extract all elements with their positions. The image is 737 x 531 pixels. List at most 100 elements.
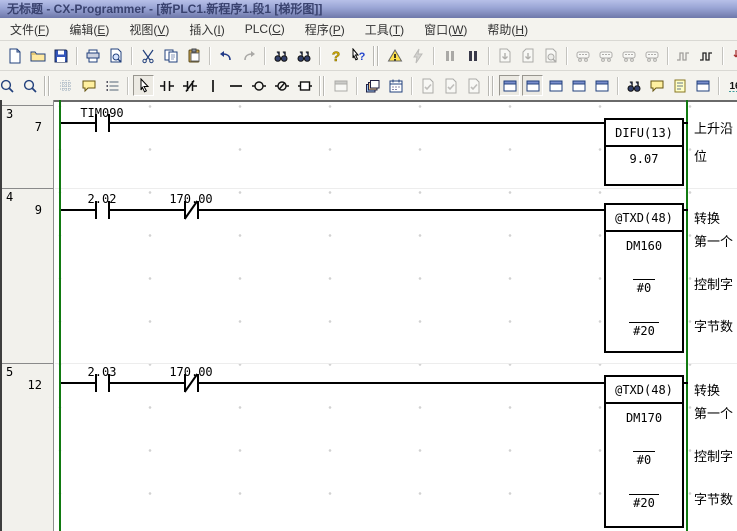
help-icon[interactable]: [325, 45, 346, 66]
menu-item-T[interactable]: 工具(T): [355, 21, 414, 38]
mode-run-icon[interactable]: [641, 45, 662, 66]
ladder-canvas[interactable]: TIM090 DIFU(13) 9.07 上升沿 位 2.02 170.00 @…: [55, 100, 737, 531]
upload-from-plc-icon[interactable]: [517, 45, 538, 66]
new-closed-contact-icon[interactable]: [179, 75, 200, 96]
view-watch-icon[interactable]: [568, 75, 589, 96]
view-diagram-icon[interactable]: [522, 75, 543, 96]
show-grid-icon[interactable]: [55, 75, 76, 96]
new-coil-icon[interactable]: [248, 75, 269, 96]
operand-comment: 第一个: [694, 234, 733, 250]
show-comments-icon[interactable]: [78, 75, 99, 96]
open-file-icon[interactable]: [27, 45, 48, 66]
toolbar-separator: [260, 45, 269, 67]
toolbar-separator: [562, 45, 571, 67]
operand-comment: 字节数: [694, 319, 733, 335]
watch-window-icon[interactable]: [646, 75, 667, 96]
contact-operand-label[interactable]: TIM090: [62, 106, 142, 120]
right-bus-bar: [686, 100, 688, 531]
contact-operand-label[interactable]: 2.03: [62, 365, 142, 379]
print-icon[interactable]: [82, 45, 103, 66]
view-mnemonics-icon[interactable]: [545, 75, 566, 96]
work-online-icon[interactable]: [384, 45, 405, 66]
toolbar-separator: [123, 75, 132, 97]
compare-with-plc-icon[interactable]: [540, 45, 561, 66]
toggle-monitoring-icon[interactable]: [439, 45, 460, 66]
find-icon[interactable]: [270, 45, 291, 66]
differential-monitor-icon[interactable]: [696, 45, 717, 66]
new-closed-coil-icon[interactable]: [271, 75, 292, 96]
task-calendar-icon[interactable]: [385, 75, 406, 96]
toolbar-separator: [407, 75, 416, 97]
menu-item-P[interactable]: 程序(P): [295, 21, 355, 38]
show-rung-annotations-icon[interactable]: [101, 75, 122, 96]
menu-bar: 文件(F)编辑(E)视图(V)插入(I)PLC(C)程序(P)工具(T)窗口(W…: [0, 18, 737, 41]
instruction-mnemonic: @TXD(48): [606, 377, 682, 404]
rung-number: 4: [6, 190, 13, 204]
cross-reference-icon[interactable]: [623, 75, 644, 96]
toolbar-separator: [613, 75, 622, 97]
rung-separator: [55, 188, 737, 189]
address-reference-icon[interactable]: [669, 75, 690, 96]
send-changes-icon[interactable]: [417, 75, 438, 96]
instruction-operand: #20: [606, 322, 682, 338]
menu-item-H[interactable]: 帮助(H): [477, 21, 538, 38]
menu-item-I[interactable]: 插入(I): [179, 21, 234, 38]
redo-icon[interactable]: [238, 45, 259, 66]
paste-icon[interactable]: [183, 45, 204, 66]
instruction-block-txd[interactable]: @TXD(48) DM170 #0 #20: [604, 375, 684, 528]
menu-item-V[interactable]: 视图(V): [119, 21, 179, 38]
mode-monitor-icon[interactable]: [618, 45, 639, 66]
zoom-in-icon[interactable]: [19, 75, 40, 96]
view-properties-icon[interactable]: [591, 75, 612, 96]
menu-item-W[interactable]: 窗口(W): [414, 21, 477, 38]
new-instruction-icon[interactable]: [294, 75, 315, 96]
contact-operand-label[interactable]: 170.00: [151, 192, 231, 206]
auto-online-icon[interactable]: [407, 45, 428, 66]
menu-item-F[interactable]: 文件(F): [0, 21, 59, 38]
instruction-block-difu[interactable]: DIFU(13) 9.07: [604, 118, 684, 186]
monitor-hex-icon[interactable]: [724, 75, 737, 96]
new-vertical-line-icon[interactable]: [202, 75, 223, 96]
toolbar-diagram: [0, 71, 737, 101]
operand-comment: 转换: [694, 383, 720, 399]
copy-icon[interactable]: [160, 45, 181, 66]
mode-program-icon[interactable]: [572, 45, 593, 66]
download-to-plc-icon[interactable]: [494, 45, 515, 66]
transfer-program-icon[interactable]: [728, 45, 737, 66]
menu-item-E[interactable]: 编辑(E): [59, 21, 119, 38]
context-help-icon[interactable]: [348, 45, 369, 66]
contact-operand-label[interactable]: 170.00: [151, 365, 231, 379]
find-replace-icon[interactable]: [293, 45, 314, 66]
rung-margin-cell[interactable]: 5 12: [2, 363, 53, 531]
rung-wire-stub: [684, 382, 688, 384]
program-sections-icon[interactable]: [362, 75, 383, 96]
new-horizontal-line-icon[interactable]: [225, 75, 246, 96]
instruction-block-txd[interactable]: @TXD(48) DM160 #0 #20: [604, 203, 684, 353]
pause-monitoring-icon[interactable]: [462, 45, 483, 66]
print-preview-icon[interactable]: [105, 45, 126, 66]
window-title: 无标题 - CX-Programmer - [新PLC1.新程序1.段1 [梯形…: [7, 2, 322, 16]
zoom-out-icon[interactable]: [0, 75, 17, 96]
title-bar: 无标题 - CX-Programmer - [新PLC1.新程序1.段1 [梯形…: [0, 0, 737, 18]
step-monitor-icon[interactable]: [673, 45, 694, 66]
select-tool-icon[interactable]: [133, 75, 154, 96]
save-file-icon[interactable]: [50, 45, 71, 66]
undo-icon[interactable]: [215, 45, 236, 66]
rung-step-number: 12: [28, 378, 42, 392]
new-file-icon[interactable]: [4, 45, 25, 66]
instruction-operand: #0: [606, 451, 682, 467]
toolbar-separator: [127, 45, 136, 67]
cancel-changes-icon[interactable]: [440, 75, 461, 96]
online-edit-icon[interactable]: [330, 75, 351, 96]
verify-changes-icon[interactable]: [463, 75, 484, 96]
rung-margin-cell[interactable]: 4 9: [2, 188, 53, 364]
cut-icon[interactable]: [137, 45, 158, 66]
left-bus-bar: [59, 100, 61, 531]
menu-item-C[interactable]: PLC(C): [235, 22, 295, 36]
mode-debug-icon[interactable]: [595, 45, 616, 66]
new-contact-icon[interactable]: [156, 75, 177, 96]
view-local-symbols-icon[interactable]: [499, 75, 520, 96]
rung-margin-cell[interactable]: 3 7: [2, 105, 53, 189]
contact-operand-label[interactable]: 2.02: [62, 192, 142, 206]
output-window-icon[interactable]: [692, 75, 713, 96]
